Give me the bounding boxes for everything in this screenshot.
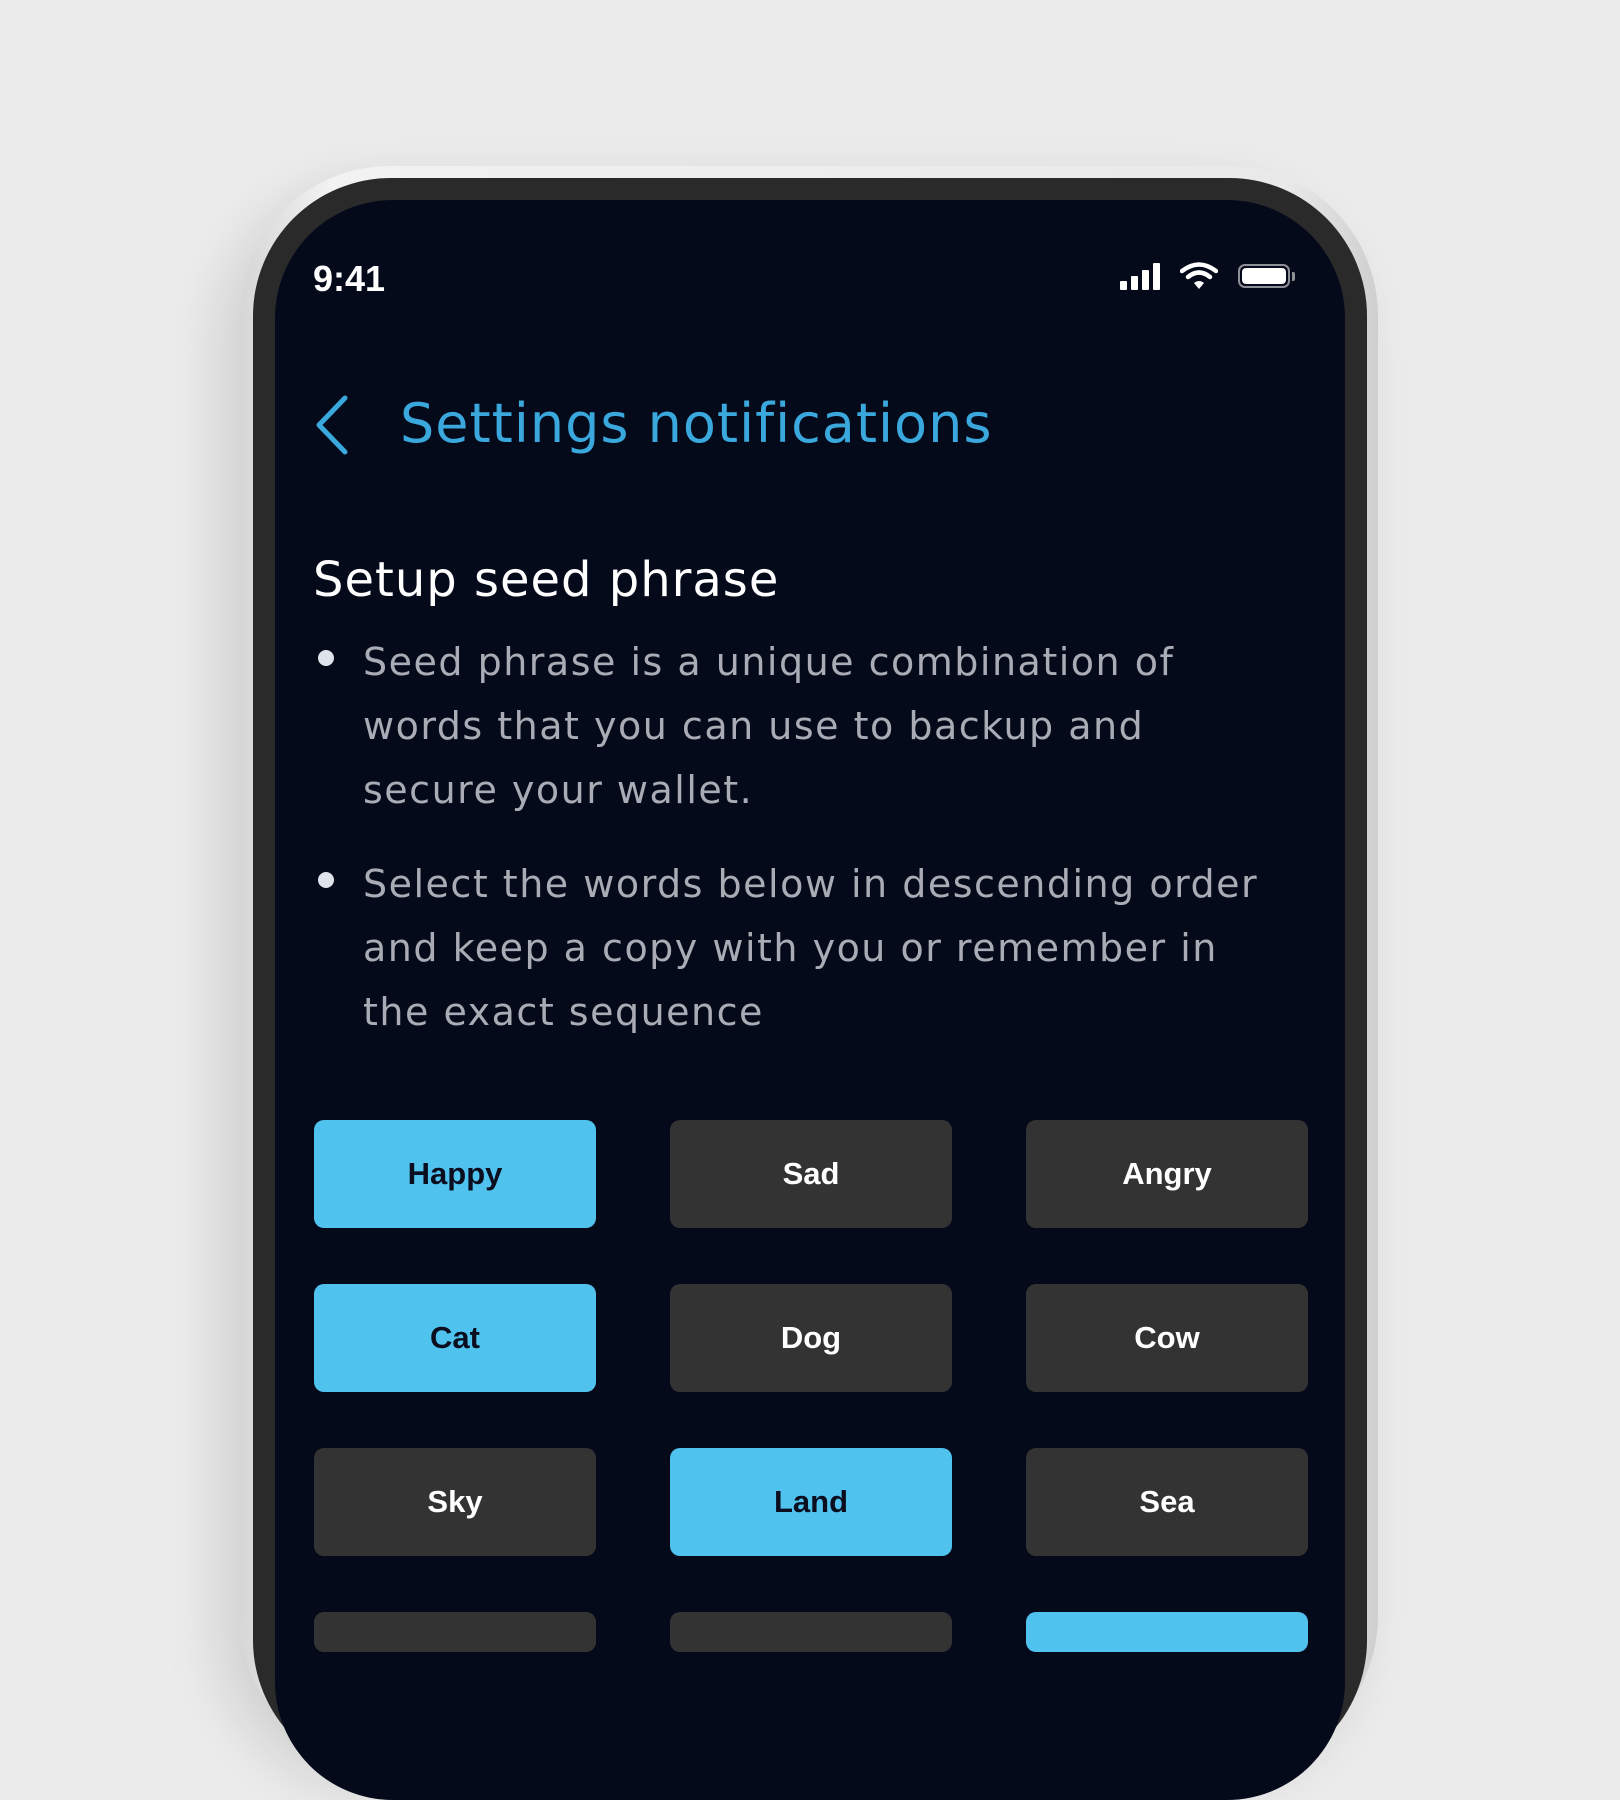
info-bullet-list: Seed phrase is a unique combination of w…: [313, 630, 1273, 1074]
word-chip-land[interactable]: Land: [670, 1448, 952, 1556]
word-chip-cut-off[interactable]: [670, 1612, 952, 1652]
word-chip-sky[interactable]: Sky: [314, 1448, 596, 1556]
bullet-dot-icon: [318, 650, 334, 666]
app-screen: 9:41 Settings notifications Setup seed p…: [275, 200, 1345, 1800]
word-chip-cat[interactable]: Cat: [314, 1284, 596, 1392]
page-title: Settings notifications: [400, 392, 993, 455]
word-chip-sad[interactable]: Sad: [670, 1120, 952, 1228]
section-heading: Setup seed phrase: [313, 552, 780, 608]
seed-word-grid: Happy Sad Angry Cat Dog Cow Sky Land Sea: [314, 1120, 1309, 1652]
cellular-signal-icon: [1120, 262, 1160, 290]
word-chip-cut-off[interactable]: [1026, 1612, 1308, 1652]
status-icons: [1120, 262, 1295, 290]
info-bullet-text: Select the words below in descending ord…: [363, 862, 1259, 1034]
word-chip-happy[interactable]: Happy: [314, 1120, 596, 1228]
word-chip-cow[interactable]: Cow: [1026, 1284, 1308, 1392]
word-chip-cut-off[interactable]: [314, 1612, 596, 1652]
word-chip-angry[interactable]: Angry: [1026, 1120, 1308, 1228]
word-chip-dog[interactable]: Dog: [670, 1284, 952, 1392]
battery-icon: [1238, 264, 1295, 288]
info-bullet: Select the words below in descending ord…: [313, 852, 1273, 1044]
bullet-dot-icon: [318, 872, 334, 888]
status-time: 9:41: [313, 258, 386, 299]
info-bullet-text: Seed phrase is a unique combination of w…: [363, 640, 1175, 812]
word-chip-sea[interactable]: Sea: [1026, 1448, 1308, 1556]
info-bullet: Seed phrase is a unique combination of w…: [313, 630, 1273, 822]
wifi-icon: [1180, 262, 1218, 289]
chevron-left-icon: [316, 395, 348, 455]
back-button[interactable]: [305, 390, 361, 460]
